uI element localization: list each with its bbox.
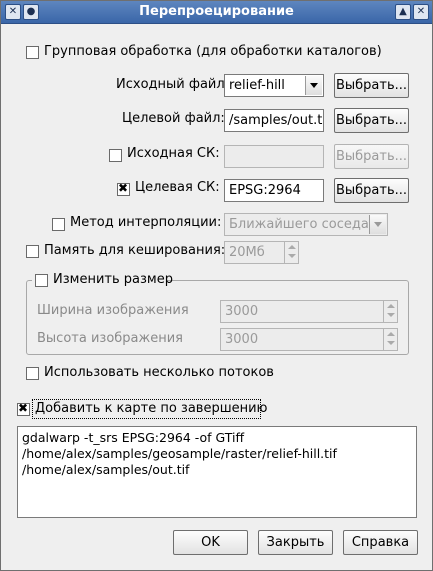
- target-srs-browse-button[interactable]: Выбрать...: [334, 178, 409, 203]
- add-to-map-checkbox[interactable]: [17, 401, 30, 416]
- resize-checkbox[interactable]: [35, 274, 48, 287]
- spin-arrows-icon[interactable]: [383, 329, 397, 350]
- source-file-value: relief-hill: [229, 78, 285, 93]
- close-button[interactable]: Закрыть: [258, 530, 333, 555]
- batch-mode-checkbox[interactable]: [26, 46, 39, 59]
- height-value: 3000: [225, 332, 259, 347]
- height-spinbox[interactable]: 3000: [220, 328, 398, 351]
- source-srs-browse-button[interactable]: Выбрать...: [334, 144, 409, 169]
- target-file-label: Целевой файл:: [122, 111, 225, 126]
- resampling-label: Метод интерполяции:: [70, 215, 222, 230]
- spin-arrows-icon[interactable]: [284, 242, 298, 263]
- chevron-down-icon[interactable]: [369, 215, 386, 234]
- height-label: Высота изображения: [37, 331, 183, 346]
- command-line: gdalwarp -t_srs EPSG:2964 -of GTiff: [22, 430, 245, 445]
- title-bar[interactable]: ✕ ● Перепроецирование ▲ ✕: [1, 1, 432, 24]
- reproject-dialog: ✕ ● Перепроецирование ▲ ✕ Групповая обра…: [0, 0, 433, 571]
- command-line: /home/alex/samples/geosample/raster/reli…: [22, 446, 337, 461]
- target-file-input[interactable]: /samples/out.tif: [224, 109, 324, 132]
- source-srs-label: Исходная СК:: [127, 146, 220, 161]
- target-srs-input[interactable]: EPSG:2964: [224, 179, 324, 202]
- multithread-checkbox[interactable]: [26, 367, 39, 380]
- spin-arrows-icon[interactable]: [383, 301, 397, 322]
- width-label: Ширина изображения: [37, 303, 189, 318]
- resampling-checkbox[interactable]: [52, 218, 65, 231]
- command-line: /home/alex/samples/out.tif: [22, 462, 190, 477]
- source-file-combobox[interactable]: relief-hill: [224, 74, 324, 97]
- batch-mode-label: Групповая обработка (для обработки катал…: [44, 44, 382, 59]
- cache-label: Память для кеширования:: [44, 243, 226, 258]
- resampling-combobox[interactable]: Ближайшего соседа: [224, 213, 388, 236]
- add-to-map-label: Добавить к карте по завершению: [35, 401, 268, 416]
- source-file-label: Исходный файл:: [116, 77, 230, 92]
- width-spinbox[interactable]: 3000: [220, 300, 398, 323]
- resampling-value: Ближайшего соседа: [229, 217, 369, 232]
- ok-button[interactable]: OK: [173, 530, 248, 555]
- width-value: 3000: [225, 304, 259, 319]
- cache-checkbox[interactable]: [26, 245, 39, 258]
- chevron-down-icon[interactable]: [305, 76, 322, 95]
- resize-label: Изменить размер: [53, 272, 173, 287]
- shade-button-icon[interactable]: ▲: [395, 4, 411, 20]
- target-srs-label: Целевая СК:: [135, 180, 220, 195]
- cache-value: 20Мб: [229, 245, 265, 260]
- cache-spinbox[interactable]: 20Мб: [224, 241, 299, 264]
- window-title: Перепроецирование: [139, 4, 294, 19]
- command-preview[interactable]: gdalwarp -t_srs EPSG:2964 -of GTiff /hom…: [17, 426, 417, 518]
- multithread-label: Использовать несколько потоков: [44, 365, 274, 380]
- source-srs-input[interactable]: [224, 145, 324, 168]
- close-window-icon[interactable]: ✕: [413, 4, 429, 20]
- target-srs-checkbox[interactable]: [117, 181, 130, 196]
- source-file-browse-button[interactable]: Выбрать...: [334, 73, 409, 98]
- target-file-browse-button[interactable]: Выбрать...: [334, 108, 409, 133]
- source-srs-checkbox[interactable]: [109, 149, 122, 162]
- help-button[interactable]: Справка: [343, 530, 418, 555]
